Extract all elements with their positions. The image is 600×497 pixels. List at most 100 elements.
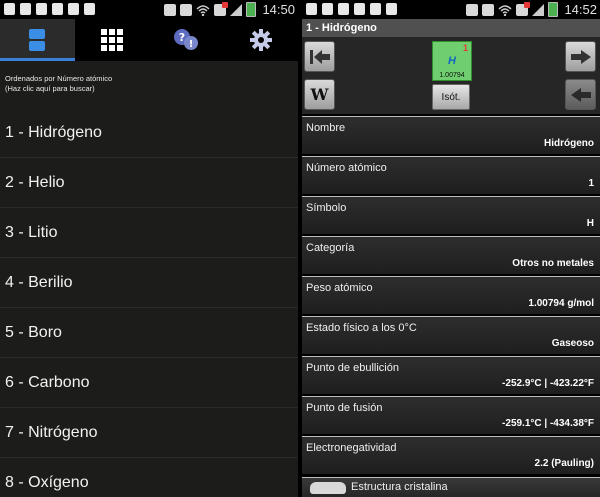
gear-icon [249,29,272,51]
tile-symbol: H [448,55,456,67]
property-row: Categoría Otros no metales [302,236,600,276]
svg-text:!: ! [189,39,194,50]
property-value: Gaseoso [551,338,594,349]
list-item[interactable]: 7 - Nitrógeno [0,408,298,458]
right-arrow-icon [570,49,591,64]
property-row: Electronegatividad 2.2 (Pauling) [302,436,600,476]
left-arrow-icon [570,87,591,102]
vibrate-icon [180,3,193,16]
sim-icon [516,1,531,16]
next-element-button[interactable] [565,41,596,72]
property-label: Punto de ebullición [306,362,399,374]
property-label: Nombre [306,122,346,134]
property-value: H [586,218,594,229]
grid-icon [100,29,123,51]
element-toolbar: W 1 H 1.00794 Isót. [302,37,600,114]
tile-weight: 1.00794 [439,72,465,79]
crystal-structure-icon [310,482,346,494]
element-tile: 1 H 1.00794 [432,41,472,81]
property-row: Símbolo H [302,196,600,236]
battery-icon [548,2,559,17]
tile-atomic-number: 1 [462,43,468,53]
first-arrow-icon [309,49,330,64]
signal-icon [230,3,243,16]
property-label: Punto de fusión [306,402,383,414]
property-label: Estado físico a los 0°C [306,322,417,334]
help-icon: ? ! [174,29,199,50]
tab-bar: ? ! [0,19,298,61]
sort-info[interactable]: Ordenados por Número atómico (Haz clic a… [5,74,112,94]
notification-icon [338,3,349,15]
list-item[interactable]: 4 - Berilio [0,258,298,308]
list-item[interactable]: 2 - Helio [0,158,298,208]
wikipedia-button[interactable]: W [304,79,335,110]
sort-order-label: Ordenados por Número atómico [5,74,113,83]
search-hint: (Haz clic aquí para buscar) [5,84,95,93]
property-value: 2.2 (Pauling) [534,458,594,469]
property-value: -259.1°C | -434.38°F [502,418,594,429]
signal-icon [532,3,545,16]
list-item[interactable]: 3 - Litio [0,208,298,258]
previous-element-button[interactable] [565,79,596,110]
notification-icon [20,3,31,15]
property-value: 1.00794 g/mol [528,298,594,309]
element-list-screen: 14:50 ? ! Ordenados por Número atómico (… [0,0,298,497]
page-title: 1 - Hidrógeno [302,19,600,37]
property-row: Peso atómico 1.00794 g/mol [302,276,600,316]
notification-icons [4,3,95,15]
crystal-structure-label: Estructura cristalina [351,481,448,493]
notification-icon [68,3,79,15]
notification-icon [306,3,317,15]
notification-icon [322,3,333,15]
property-row: Punto de fusión -259.1°C | -434.38°F [302,396,600,436]
notification-icon [386,3,397,15]
tab-grid[interactable] [75,19,150,61]
property-value: Otros no metales [512,258,594,269]
property-label: Electronegatividad [306,442,397,454]
wifi-icon [498,4,512,16]
property-row: Estado físico a los 0°C Gaseoso [302,316,600,356]
list-item[interactable]: 1 - Hidrógeno [0,108,298,158]
property-label: Símbolo [306,202,347,214]
nfc-icon [466,3,479,16]
tab-list[interactable] [0,19,75,61]
notification-icon [52,3,63,15]
tab-settings[interactable] [224,19,299,61]
tab-help[interactable]: ? ! [149,19,224,61]
list-item[interactable]: 5 - Boro [0,308,298,358]
property-row: Nombre Hidrógeno [302,116,600,156]
notification-icon [84,3,95,15]
property-row: Número atómico 1 [302,156,600,196]
notification-icon [370,3,381,15]
property-label: Categoría [306,242,355,254]
property-row: Punto de ebullición -252.9°C | -423.22°F [302,356,600,396]
wikipedia-icon: W [310,85,329,104]
nfc-icon [164,3,177,16]
list-item[interactable]: 8 - Oxígeno [0,458,298,497]
notification-icons [306,3,397,15]
property-label: Número atómico [306,162,387,174]
status-bar: 14:52 [302,0,600,19]
battery-icon [246,2,257,17]
clock: 14:52 [564,2,597,17]
notification-icon [354,3,365,15]
element-detail-screen: 14:52 1 - Hidrógeno W 1 H 1.00794 Isót. [302,0,600,497]
property-value: Hidrógeno [544,138,594,149]
property-label: Peso atómico [306,282,373,294]
property-value: -252.9°C | -423.22°F [502,378,594,389]
list-item[interactable]: 6 - Carbono [0,358,298,408]
first-element-button[interactable] [304,41,335,72]
status-bar: 14:50 [0,0,298,19]
system-icons: 14:52 [466,1,597,17]
system-icons: 14:50 [164,1,295,17]
clock: 14:50 [262,2,295,17]
vibrate-icon [482,3,495,16]
notification-icon [36,3,47,15]
notification-icon [4,3,15,15]
crystal-structure-row[interactable]: Estructura cristalina [302,477,600,497]
isotopes-button[interactable]: Isót. [432,84,470,110]
element-list: 1 - Hidrógeno 2 - Helio 3 - Litio 4 - Be… [0,108,298,497]
list-icon [29,29,46,51]
property-list: Nombre Hidrógeno Número atómico 1 Símbol… [302,116,600,476]
sim-icon [214,1,229,16]
